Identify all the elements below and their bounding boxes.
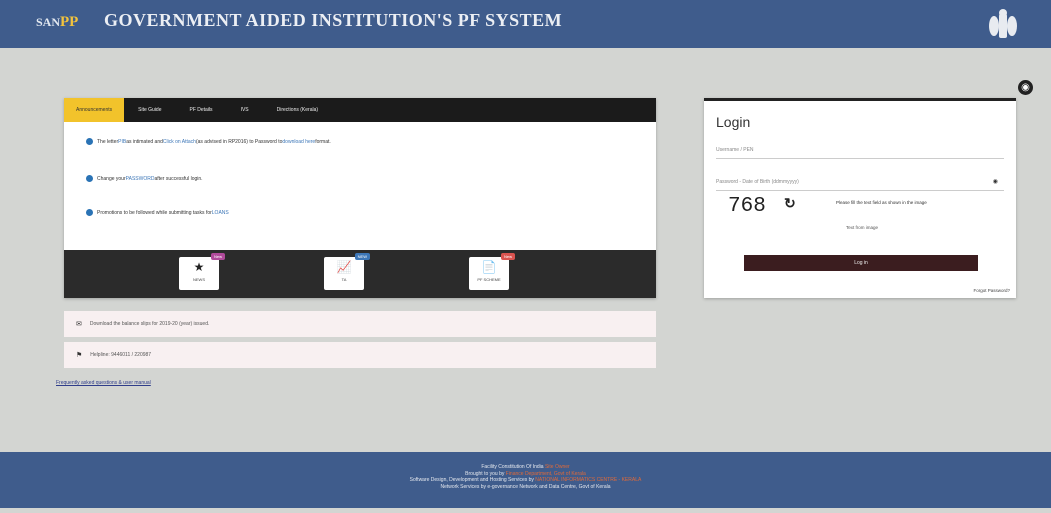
tab-bar: Announcements Site Guide PF Details IVS … (64, 98, 656, 122)
faq-link[interactable]: Frequently asked questions & user manual (56, 380, 151, 386)
notice-link[interactable]: Download the balance slips for 2019-20 (… (90, 321, 210, 327)
announcement-link[interactable]: Click on Attach (163, 139, 196, 145)
flag-icon: ⚑ (76, 352, 83, 359)
tab-announcements[interactable]: Announcements (64, 98, 125, 122)
login-panel: Login Username / PEN Password - Date of … (704, 98, 1016, 298)
star-icon: ★ (193, 260, 205, 274)
quick-links-bar: New ★ NEWS NEW 📈 TA New 📄 PF SCHEME (64, 250, 656, 298)
tile-badge: New (500, 253, 515, 260)
login-title: Login (716, 114, 751, 130)
accessibility-icon[interactable]: ◉ (1018, 80, 1033, 95)
announcement-link[interactable]: download here (282, 139, 315, 145)
tab-directions[interactable]: Directions (Kerala) (263, 98, 332, 122)
forgot-password-link[interactable]: Forgot Password? (973, 288, 1010, 293)
tab-ivs[interactable]: IVS (227, 98, 263, 122)
mail-icon: ✉ (76, 321, 82, 328)
captcha-hint: Please fill the text field as shown in t… (836, 200, 927, 205)
tab-site-guide[interactable]: Site Guide (124, 98, 175, 122)
username-input[interactable]: Username / PEN (716, 142, 1004, 159)
tile-badge: NEW (354, 253, 370, 260)
tab-pf-details[interactable]: PF Details (176, 98, 227, 122)
tile-badge: New (210, 253, 225, 260)
notice-item: ✉ Download the balance slips for 2019-20… (64, 311, 656, 337)
announcement-link[interactable]: PIB (118, 139, 126, 145)
site-footer: Facility Constitution Of India Site Owne… (0, 452, 1051, 508)
announcement-item: Promotions to be followed while submitti… (86, 209, 229, 216)
captcha-image: 768 (728, 195, 766, 218)
show-password-icon[interactable]: ◉ (993, 174, 998, 190)
bullet-icon (86, 138, 93, 145)
ta-tile[interactable]: NEW 📈 TA (324, 253, 370, 290)
announcement-item: Change your PASSWORD after successful lo… (86, 175, 203, 182)
login-button[interactable]: Log in (744, 255, 978, 271)
chart-icon: 📈 (336, 260, 352, 274)
news-tile[interactable]: New ★ NEWS (179, 253, 225, 290)
site-title: GOVERNMENT AIDED INSTITUTION'S PF SYSTEM (104, 10, 563, 30)
document-icon: 📄 (481, 260, 497, 274)
announcement-link[interactable]: PASSWORD (126, 176, 155, 182)
bullet-icon (86, 209, 93, 216)
footer-line: Network Services by e-governance Network… (440, 483, 611, 490)
state-emblem-icon (989, 9, 1017, 38)
site-logo[interactable]: SANPP (36, 14, 78, 31)
announcement-link[interactable]: LOANS (212, 210, 229, 216)
announcement-item: The letter PIB as intimated and Click on… (86, 138, 331, 145)
refresh-icon[interactable]: ↻ (784, 195, 796, 212)
bullet-icon (86, 175, 93, 182)
announcement-panel: Announcements Site Guide PF Details IVS … (64, 98, 656, 298)
captcha-input[interactable]: Text from image (846, 225, 878, 230)
footer-link[interactable]: Finance Department, Govt of Kerala (506, 471, 586, 477)
footer-link[interactable]: NATIONAL INFORMATICS CENTRE - KERALA (535, 477, 641, 483)
password-input[interactable]: Password - Date of Birth (ddmmyyyy) ◉ (716, 174, 1004, 191)
site-header: SANPP GOVERNMENT AIDED INSTITUTION'S PF … (0, 0, 1051, 48)
pf-scheme-tile[interactable]: New 📄 PF SCHEME (469, 253, 515, 290)
notice-item: ⚑ Helpline: 9446011 / 220987 (64, 342, 656, 368)
footer-link[interactable]: Site Owner (545, 464, 570, 470)
